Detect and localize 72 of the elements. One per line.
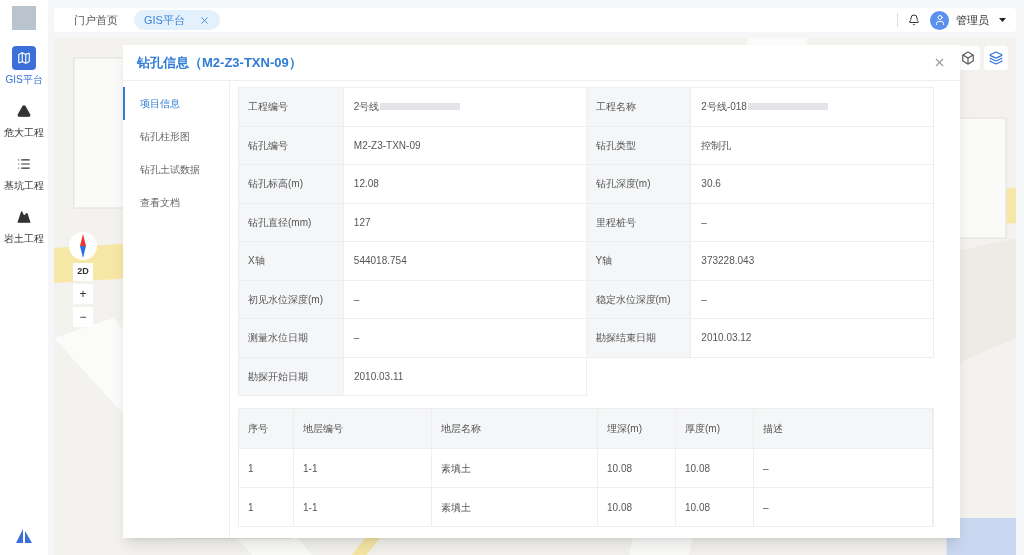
table-cell: – xyxy=(754,449,933,487)
field-label: 钻孔编号 xyxy=(239,126,344,165)
field-value: – xyxy=(343,319,587,358)
field-label: 钻孔类型 xyxy=(586,126,692,165)
layers-icon[interactable] xyxy=(984,46,1008,70)
close-icon[interactable] xyxy=(933,56,946,69)
close-icon[interactable] xyxy=(198,14,210,26)
field-value: – xyxy=(343,280,587,319)
column-header: 埋深(m) xyxy=(598,409,676,448)
column-header: 地层名称 xyxy=(432,409,598,448)
user-name: 管理员 xyxy=(956,12,989,28)
field-label: Y轴 xyxy=(586,242,692,281)
column-header: 地层编号 xyxy=(294,409,432,448)
table-cell: 10.08 xyxy=(676,449,754,487)
zoom-out-button[interactable]: − xyxy=(73,307,93,327)
field-label: 工程编号 xyxy=(239,88,344,127)
column-header: 描述 xyxy=(754,409,933,448)
tab[interactable]: 门户首页 xyxy=(64,10,128,30)
field-value: 控制孔 xyxy=(691,126,934,165)
view-mode-button[interactable]: 2D xyxy=(73,263,93,281)
nav-item[interactable]: 项目信息 xyxy=(123,87,229,120)
field-value: M2-Z3-TXN-09 xyxy=(343,126,587,165)
field-value: – xyxy=(691,203,934,242)
table-cell: 1-1 xyxy=(294,488,432,526)
field-label: 钻孔直径(mm) xyxy=(239,203,344,242)
compass-icon[interactable] xyxy=(68,231,98,261)
table-cell: 1-1 xyxy=(294,449,432,487)
field-label: 测量水位日期 xyxy=(239,319,344,358)
map-icon xyxy=(12,46,36,70)
table-cell: 1 xyxy=(239,488,294,526)
sidebar-item[interactable]: 岩土工程 xyxy=(0,205,48,246)
field-label: 工程名称 xyxy=(586,88,692,127)
table-cell: 1 xyxy=(239,449,294,487)
tab[interactable]: GIS平台 xyxy=(134,10,220,30)
dialog-title: 钻孔信息（M2-Z3-TXN-09） xyxy=(137,53,302,72)
caret-icon[interactable] xyxy=(999,18,1006,22)
column-header: 厚度(m) xyxy=(676,409,754,448)
field-value: 12.08 xyxy=(343,165,587,204)
field-value: 30.6 xyxy=(691,165,934,204)
table-cell: 10.08 xyxy=(676,488,754,526)
table-cell: 素填土 xyxy=(432,488,598,526)
sail-icon xyxy=(16,529,32,543)
field-value: 127 xyxy=(343,203,587,242)
logo-icon xyxy=(12,6,36,30)
field-label: 稳定水位深度(m) xyxy=(586,280,692,319)
nav-item[interactable]: 钻孔柱形图 xyxy=(123,120,229,153)
field-value: 2号线-018 xyxy=(691,88,934,127)
zoom-in-button[interactable]: + xyxy=(73,284,93,304)
nav-item[interactable]: 查看文档 xyxy=(123,186,229,219)
field-label: 钻孔深度(m) xyxy=(586,165,692,204)
field-value: 2010.03.11 xyxy=(344,357,587,396)
field-label: 勘探结束日期 xyxy=(586,319,692,358)
field-label: 里程桩号 xyxy=(586,203,692,242)
field-value: – xyxy=(691,280,934,319)
sidebar-item[interactable]: 危大工程 xyxy=(0,99,48,140)
field-label: 初见水位深度(m) xyxy=(239,280,344,319)
field-label: X轴 xyxy=(239,242,344,281)
table-cell: 10.08 xyxy=(598,488,676,526)
table-cell: 10.08 xyxy=(598,449,676,487)
bell-icon[interactable] xyxy=(908,14,920,26)
field-value: 544018.754 xyxy=(343,242,587,281)
field-label: 勘探开始日期 xyxy=(239,357,344,396)
field-value: 2号线 xyxy=(343,88,587,127)
sidebar-item[interactable]: GIS平台 xyxy=(0,46,48,87)
column-header: 序号 xyxy=(239,409,294,448)
sidebar-item[interactable]: 基坑工程 xyxy=(0,152,48,193)
nav-item[interactable]: 钻孔土试数据 xyxy=(123,153,229,186)
table-cell: 素填土 xyxy=(432,449,598,487)
field-label: 钻孔标高(m) xyxy=(239,165,344,204)
field-value: 2010.03.12 xyxy=(691,319,934,358)
table-cell: – xyxy=(754,488,933,526)
field-value: 373228.043 xyxy=(691,242,934,281)
